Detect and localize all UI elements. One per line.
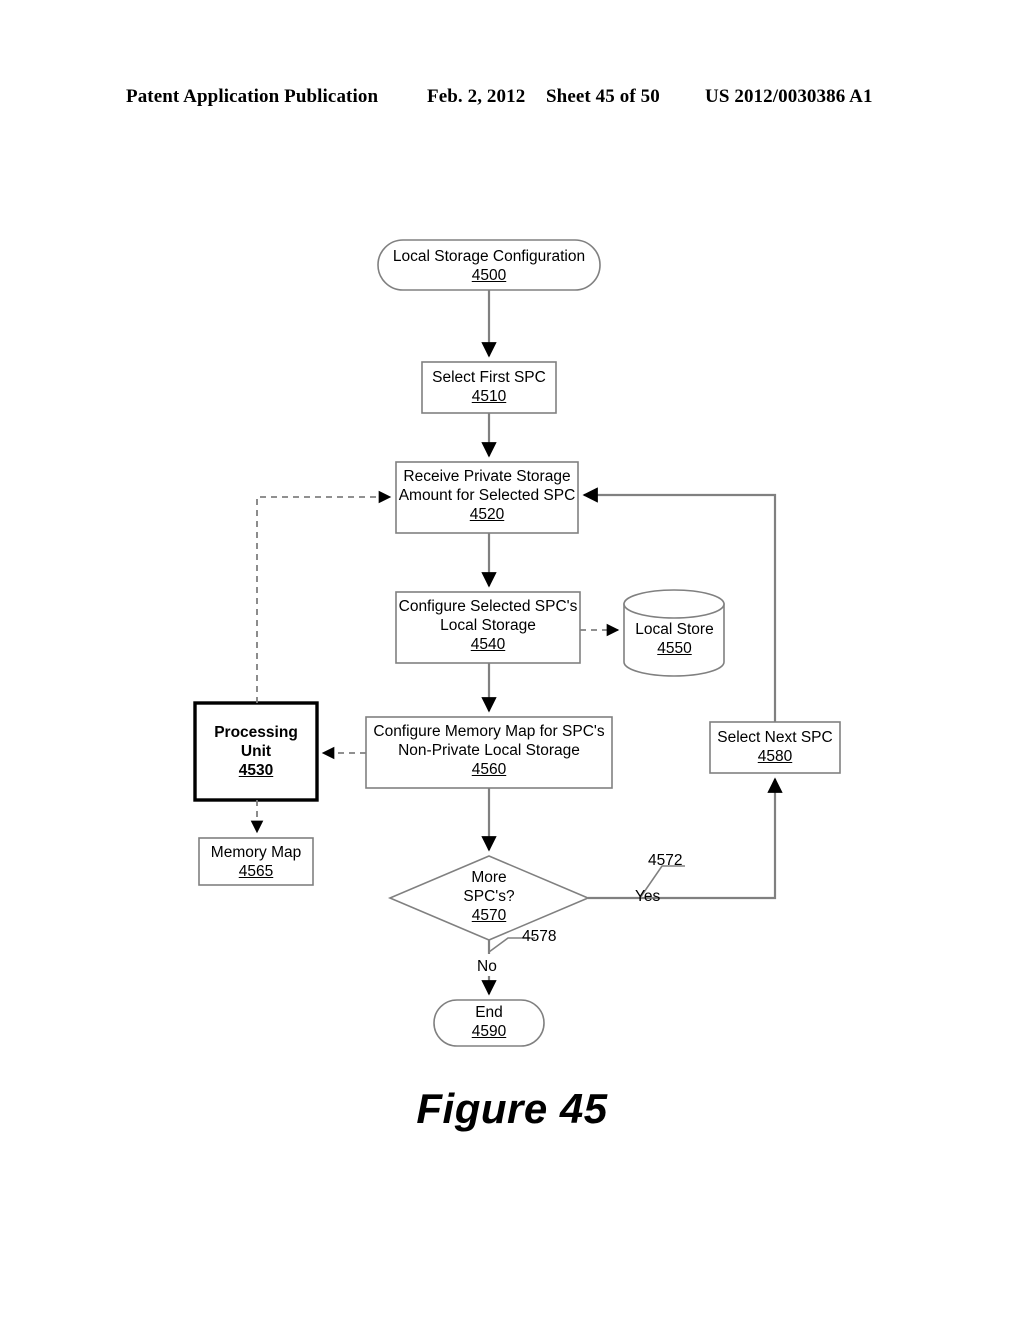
processing-unit-ref: 4530 — [238, 762, 274, 779]
memory-map-title: Memory Map — [210, 844, 302, 861]
edge-processing-unit-to-receive — [256, 490, 392, 703]
end-ref: 4590 — [471, 1023, 507, 1040]
select-next-spc-ref: 4580 — [757, 748, 793, 765]
node-label-configure-local-storage: Configure Selected SPC's Local Storage 4… — [396, 597, 580, 654]
select-first-spc-title: Select First SPC — [432, 369, 546, 386]
node-label-decision: More SPC's? 4570 — [430, 868, 548, 925]
configure-local-storage-ref: 4540 — [470, 636, 506, 653]
configure-memory-map-line1: Configure Memory Map for SPC's — [373, 723, 605, 740]
node-label-end: End 4590 — [434, 1003, 544, 1041]
edge-label-no: No — [477, 958, 497, 975]
edge-ref-yes: 4572 — [648, 852, 683, 869]
end-title: End — [475, 1004, 503, 1021]
node-label-local-store: Local Store 4550 — [624, 620, 725, 658]
select-first-spc-ref: 4510 — [471, 388, 507, 405]
edge-label-yes: Yes — [635, 888, 661, 905]
start-ref: 4500 — [471, 267, 507, 284]
node-label-memory-map: Memory Map 4565 — [199, 843, 313, 881]
node-label-processing-unit: Processing Unit 4530 — [196, 723, 316, 780]
configure-local-storage-line2: Local Storage — [440, 617, 536, 634]
processing-unit-line1: Processing — [214, 724, 298, 741]
decision-ref: 4570 — [471, 907, 507, 924]
node-label-configure-memory-map: Configure Memory Map for SPC's Non-Priva… — [366, 722, 612, 779]
edge-decision-yes-to-select-next — [588, 777, 783, 900]
configure-local-storage-line1: Configure Selected SPC's — [398, 598, 578, 615]
node-label-start: Local Storage Configuration 4500 — [378, 247, 600, 285]
receive-private-storage-line1: Receive Private Storage — [403, 468, 571, 485]
node-label-select-next-spc: Select Next SPC 4580 — [710, 728, 840, 766]
select-next-spc-title: Select Next SPC — [717, 729, 833, 746]
local-store-ref: 4550 — [657, 640, 692, 657]
configure-memory-map-ref: 4560 — [471, 761, 507, 778]
start-title: Local Storage Configuration — [392, 248, 586, 265]
decision-line1: More — [471, 869, 507, 886]
figure-caption: Figure 45 — [416, 1085, 608, 1132]
node-label-select-first-spc: Select First SPC 4510 — [422, 368, 556, 406]
receive-private-storage-ref: 4520 — [469, 506, 505, 523]
local-store-title: Local Store — [635, 621, 714, 638]
decision-line2: SPC's? — [463, 888, 515, 905]
configure-memory-map-line2: Non-Private Local Storage — [398, 742, 580, 759]
edge-ref-no: 4578 — [522, 928, 557, 945]
processing-unit-line2: Unit — [240, 743, 272, 760]
memory-map-ref: 4565 — [238, 863, 274, 880]
receive-private-storage-line2: Amount for Selected SPC — [398, 487, 576, 504]
node-label-receive-private-storage: Receive Private Storage Amount for Selec… — [396, 467, 578, 524]
